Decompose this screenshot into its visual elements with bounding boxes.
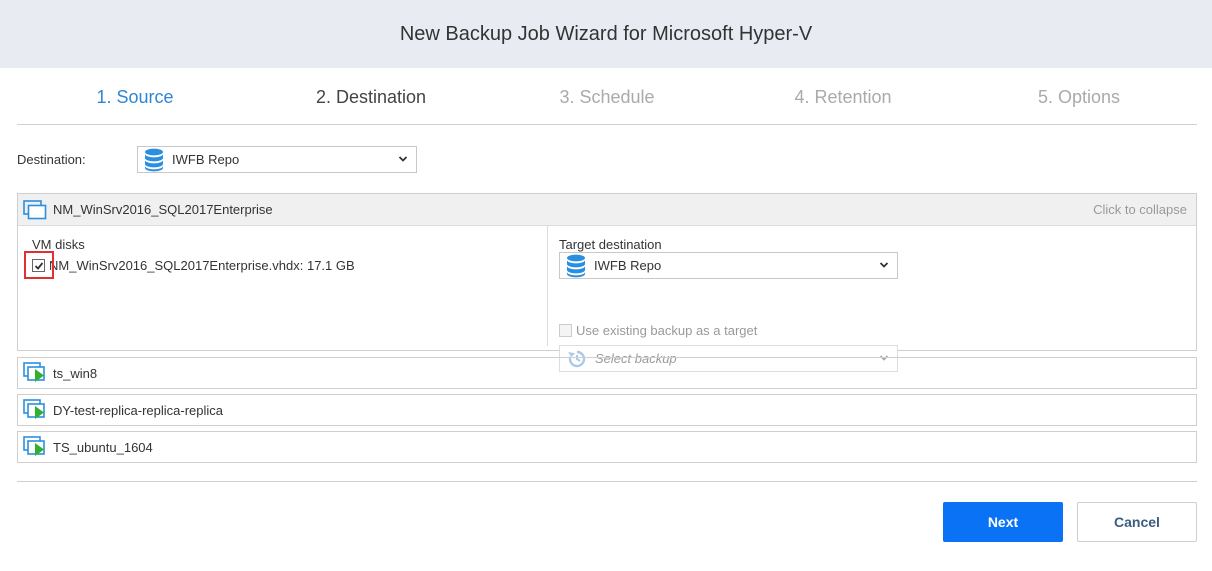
vm-name: DY-test-replica-replica-replica (53, 402, 224, 418)
destination-label: Destination: (17, 152, 86, 167)
disk-label: NM_WinSrv2016_SQL2017Enterprise.vhdx: 17… (49, 258, 355, 273)
vm-row[interactable]: TS_ubuntu_1604 (17, 431, 1197, 463)
step-schedule[interactable]: 3. Schedule (559, 87, 654, 108)
vm-name: ts_win8 (53, 365, 98, 381)
wizard-steps: 1. Source 2. Destination 3. Schedule 4. … (17, 68, 1197, 125)
target-destination-dropdown[interactable]: IWFB Repo (559, 252, 898, 279)
vm-icon (23, 199, 47, 220)
use-existing-backup-checkbox[interactable] (559, 324, 572, 337)
use-existing-backup-label: Use existing backup as a target (576, 323, 758, 338)
step-retention[interactable]: 4. Retention (794, 87, 891, 108)
database-icon (566, 254, 586, 278)
target-destination-label: Target destination (559, 237, 662, 252)
disk-checkbox-wrap (24, 251, 54, 279)
vm-disks-label: VM disks (32, 237, 85, 252)
disk-row: NM_WinSrv2016_SQL2017Enterprise.vhdx: 17… (24, 251, 355, 279)
step-options[interactable]: 5. Options (1038, 87, 1120, 108)
step-destination[interactable]: 2. Destination (316, 87, 426, 108)
wizard-title: New Backup Job Wizard for Microsoft Hype… (399, 22, 813, 45)
collapse-link[interactable]: Click to collapse (1093, 202, 1187, 217)
running-vm-icon (23, 362, 47, 384)
running-vm-icon (23, 436, 47, 458)
vm-panel-header[interactable]: NM_WinSrv2016_SQL2017Enterprise Click to… (18, 194, 1196, 226)
vm-row[interactable]: ts_win8 (17, 357, 1197, 389)
destination-row: Destination: IWFB Repo (17, 146, 417, 173)
vm-disks-column: VM disks NM_WinSrv2016_SQL2017Enterprise… (18, 226, 548, 346)
vm-name: TS_ubuntu_1604 (53, 439, 153, 455)
vm-row[interactable]: DY-test-replica-replica-replica (17, 394, 1197, 426)
vm-name: NM_WinSrv2016_SQL2017Enterprise (53, 202, 273, 217)
step-source[interactable]: 1. Source (96, 87, 173, 108)
cancel-button[interactable]: Cancel (1077, 502, 1197, 542)
next-button[interactable]: Next (943, 502, 1063, 542)
destination-value: IWFB Repo (172, 152, 240, 167)
running-vm-icon (23, 399, 47, 421)
highlight-box (24, 251, 54, 279)
footer-divider (17, 481, 1197, 482)
chevron-down-icon (398, 154, 408, 164)
database-icon (144, 148, 164, 172)
use-existing-backup-row: Use existing backup as a target (559, 323, 757, 338)
vm-panel-body: VM disks NM_WinSrv2016_SQL2017Enterprise… (18, 226, 1196, 372)
wizard-title-bar: New Backup Job Wizard for Microsoft Hype… (0, 0, 1212, 68)
target-destination-value: IWFB Repo (594, 258, 662, 273)
destination-dropdown[interactable]: IWFB Repo (137, 146, 417, 173)
chevron-down-icon (879, 260, 889, 270)
vm-panel-expanded: NM_WinSrv2016_SQL2017Enterprise Click to… (17, 193, 1197, 372)
